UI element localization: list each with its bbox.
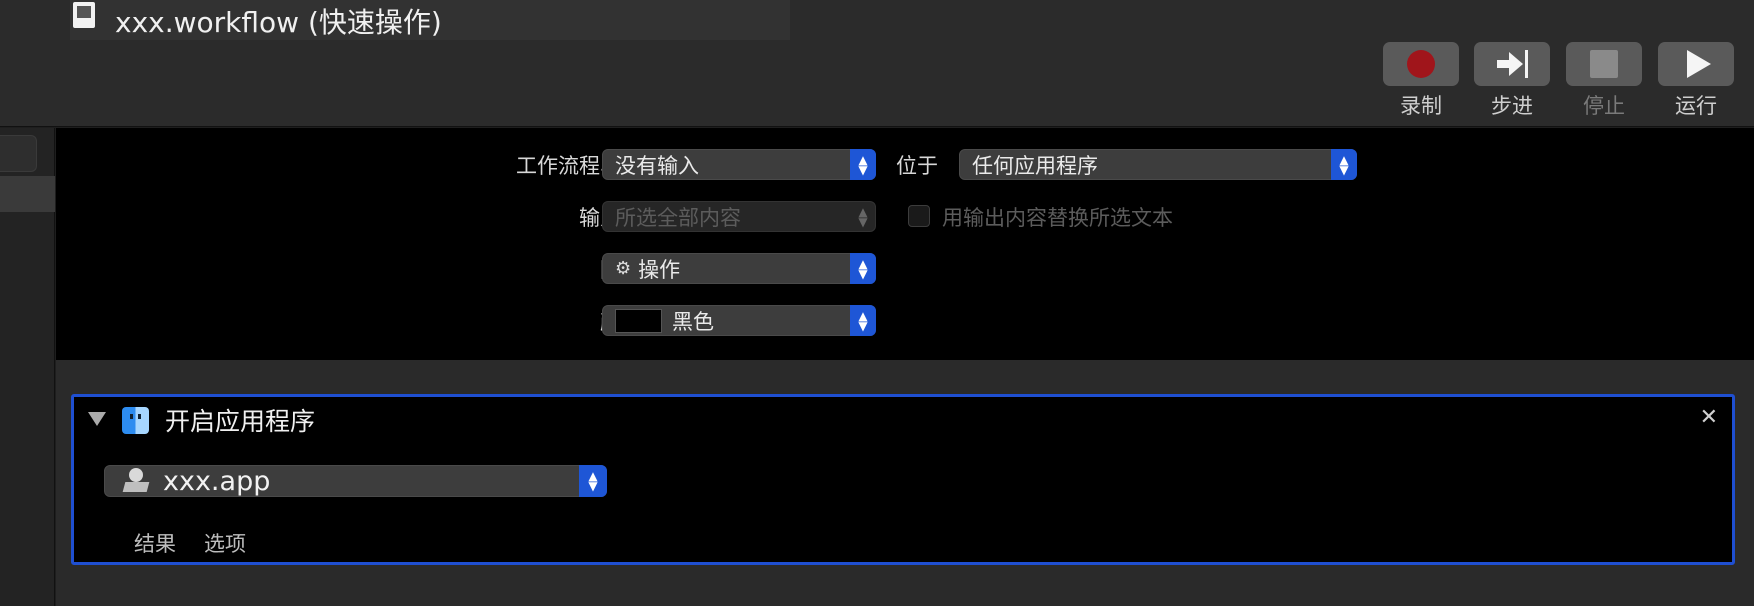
- record-label: 录制: [1400, 94, 1442, 118]
- library-sidebar: [0, 128, 55, 606]
- chevron-updown-icon: ▲ ▼: [850, 149, 876, 180]
- action-title: 开启应用程序: [165, 407, 316, 436]
- finder-icon: [122, 407, 149, 434]
- receives-popup[interactable]: 没有输入 ▲ ▼: [602, 149, 876, 180]
- disclosure-triangle-icon[interactable]: [88, 412, 106, 426]
- input-is-value: 所选全部内容: [615, 205, 741, 230]
- gear-icon: ⚙: [615, 258, 632, 279]
- window-title: xxx.workflow (快速操作): [115, 6, 442, 39]
- color-popup[interactable]: 黑色 ▲ ▼: [602, 305, 876, 336]
- run-button[interactable]: [1658, 42, 1734, 86]
- replace-text-label: 用输出内容替换所选文本: [942, 206, 1173, 230]
- receives-value: 没有输入: [615, 153, 699, 178]
- in-app-popup[interactable]: 任何应用程序 ▲ ▼: [959, 149, 1357, 180]
- workflow-settings-panel: 工作流程收到 没有输入 ▲▼ 位于 任何应用程序 ▲▼ 输入为 所选全部内容 ▲…: [56, 128, 1754, 360]
- sidebar-selected-item[interactable]: [0, 176, 55, 212]
- library-search-field[interactable]: [0, 135, 37, 172]
- stop-icon: [1590, 50, 1618, 78]
- play-icon: [1687, 50, 1711, 78]
- tab-results[interactable]: 结果: [134, 528, 176, 558]
- chevron-updown-icon: ▲ ▼: [1331, 149, 1357, 180]
- app-icon: [123, 468, 149, 494]
- color-swatch: [615, 308, 662, 333]
- chevron-updown-icon: ▲ ▼: [858, 204, 868, 229]
- chevron-updown-icon: ▲ ▼: [850, 253, 876, 284]
- run-label: 运行: [1675, 94, 1717, 118]
- stop-button[interactable]: [1566, 42, 1642, 86]
- step-label: 步进: [1491, 94, 1533, 118]
- close-icon[interactable]: ✕: [1700, 405, 1718, 430]
- color-value: 黑色: [672, 309, 714, 334]
- open-application-action[interactable]: 开启应用程序 ✕ xxx.app ▲ ▼ 结果 选项: [71, 394, 1735, 565]
- in-label: 位于: [896, 154, 938, 178]
- record-button[interactable]: [1383, 42, 1459, 86]
- input-is-popup[interactable]: 所选全部内容 ▲ ▼: [602, 201, 876, 232]
- step-button[interactable]: [1474, 42, 1550, 86]
- replace-text-checkbox[interactable]: [908, 205, 930, 227]
- in-app-value: 任何应用程序: [972, 153, 1098, 178]
- chevron-updown-icon: ▲ ▼: [579, 465, 607, 497]
- image-value: 操作: [638, 257, 681, 282]
- application-value: xxx.app: [163, 465, 271, 497]
- chevron-updown-icon: ▲ ▼: [850, 305, 876, 336]
- toolbar: xxx.workflow (快速操作) 录制 步进 停止 运行: [0, 0, 1754, 127]
- workflow-document-icon: [73, 2, 95, 28]
- stop-label: 停止: [1583, 94, 1625, 118]
- action-footer-tabs: 结果 选项: [134, 528, 246, 558]
- image-popup[interactable]: ⚙ 操作 ▲ ▼: [602, 253, 876, 284]
- step-icon: [1496, 50, 1528, 78]
- record-icon: [1407, 50, 1435, 78]
- tab-options[interactable]: 选项: [204, 528, 246, 558]
- application-popup[interactable]: xxx.app ▲ ▼: [104, 465, 607, 497]
